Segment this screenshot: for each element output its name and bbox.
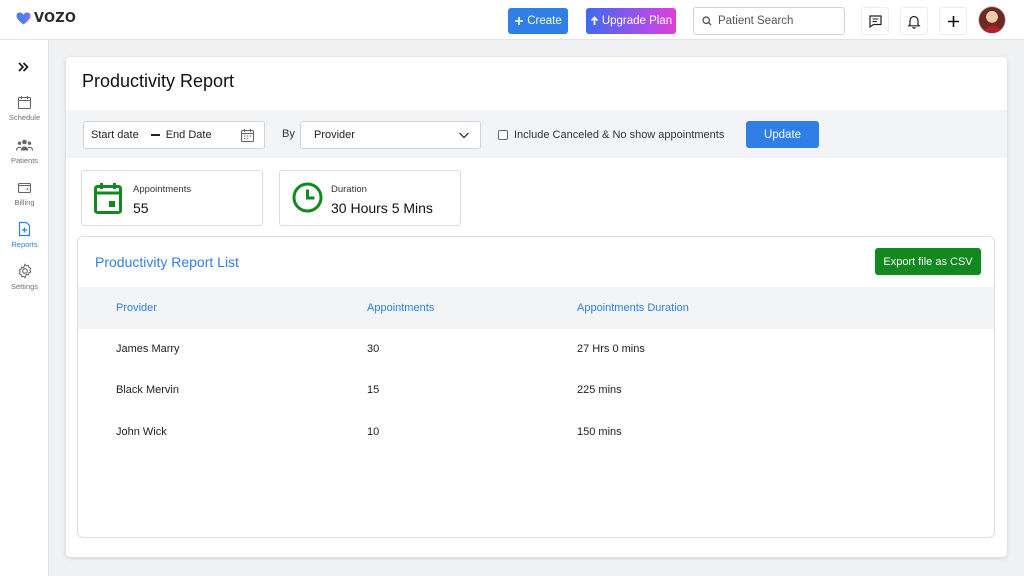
page-title: Productivity Report xyxy=(82,71,235,91)
sidebar-item-label: Settings xyxy=(10,282,39,291)
notifications-button[interactable] xyxy=(900,7,928,35)
brand-name: VOZO xyxy=(34,11,77,26)
stat-value: 55 xyxy=(133,200,149,216)
table-row[interactable]: Black Mervin 15 225 mins xyxy=(78,370,994,412)
include-canceled-checkbox[interactable] xyxy=(498,130,508,140)
appointments-cell: 30 xyxy=(367,343,380,355)
sidebar-item-label: Schedule xyxy=(8,113,41,122)
sidebar-item-label: Reports xyxy=(11,240,38,249)
sidebar-item-settings[interactable]: Settings xyxy=(0,263,49,291)
report-list-panel: Productivity Report List Export file as … xyxy=(77,236,995,538)
date-separator xyxy=(150,134,160,136)
stat-label: Duration xyxy=(331,184,367,195)
sidebar-item-patients[interactable]: Patients xyxy=(0,138,49,165)
heart-logo-icon xyxy=(16,12,31,25)
duration-cell: 150 mins xyxy=(577,426,622,438)
column-header-appointments[interactable]: Appointments xyxy=(367,302,434,314)
top-bar: VOZO Create Upgrade Plan xyxy=(0,0,1024,40)
quick-add-button[interactable] xyxy=(939,7,967,35)
appointments-cell: 10 xyxy=(367,426,380,438)
double-chevron-right-icon xyxy=(18,62,29,72)
group-by-value: Provider xyxy=(314,129,355,141)
sidebar-item-label: Billing xyxy=(14,198,35,207)
sidebar: Schedule Patients Billing Reports Settin… xyxy=(0,40,49,576)
include-canceled-option[interactable]: Include Canceled & No show appointments xyxy=(498,129,724,141)
sidebar-item-label: Patients xyxy=(10,156,39,165)
gear-icon xyxy=(18,263,31,279)
duration-cell: 27 Hrs 0 mins xyxy=(577,343,645,355)
provider-cell: James Marry xyxy=(116,343,180,355)
provider-cell: Black Mervin xyxy=(116,384,179,396)
sidebar-item-billing[interactable]: Billing xyxy=(0,180,49,207)
export-csv-button[interactable]: Export file as CSV xyxy=(875,248,981,275)
clock-icon xyxy=(292,182,323,213)
expand-sidebar-button[interactable] xyxy=(17,60,29,77)
patient-search[interactable] xyxy=(693,7,845,35)
plus-icon xyxy=(947,15,959,27)
chat-icon xyxy=(868,14,882,28)
report-card: Productivity Report Start date End Date … xyxy=(66,57,1007,557)
arrow-up-icon xyxy=(590,16,598,25)
end-date-field[interactable]: End Date xyxy=(166,129,212,141)
table-row[interactable]: James Marry 30 27 Hrs 0 mins xyxy=(78,329,994,371)
wallet-icon xyxy=(17,182,32,194)
user-avatar[interactable] xyxy=(978,6,1006,34)
report-icon xyxy=(18,221,31,237)
bell-icon xyxy=(907,15,921,29)
sidebar-item-schedule[interactable]: Schedule xyxy=(0,95,49,122)
messages-button[interactable] xyxy=(861,7,889,35)
duration-stat-card: Duration 30 Hours 5 Mins xyxy=(279,170,461,226)
column-header-provider[interactable]: Provider xyxy=(116,302,157,314)
calendar-icon xyxy=(17,96,32,110)
start-date-field[interactable]: Start date xyxy=(91,129,139,141)
date-range-picker[interactable]: Start date End Date xyxy=(83,121,265,149)
search-icon xyxy=(702,16,712,26)
table-row[interactable]: John Wick 10 150 mins xyxy=(78,412,994,454)
calendar-icon xyxy=(94,183,122,214)
column-header-duration[interactable]: Appointments Duration xyxy=(577,302,689,314)
provider-cell: John Wick xyxy=(116,426,167,438)
duration-cell: 225 mins xyxy=(577,384,622,396)
calendar-icon[interactable] xyxy=(240,128,255,143)
appointments-cell: 15 xyxy=(367,384,380,396)
filter-bar: Start date End Date By Provider Include … xyxy=(66,110,1007,158)
chevron-down-icon xyxy=(459,132,469,139)
users-icon xyxy=(16,139,33,151)
stat-value: 30 Hours 5 Mins xyxy=(331,200,433,216)
plus-icon xyxy=(515,17,524,25)
upgrade-plan-label: Upgrade Plan xyxy=(601,15,673,27)
sidebar-item-reports[interactable]: Reports xyxy=(0,221,49,249)
appointments-stat-card: Appointments 55 xyxy=(81,170,263,226)
stat-label: Appointments xyxy=(133,184,192,195)
list-title: Productivity Report List xyxy=(95,254,239,270)
by-label: By xyxy=(282,128,295,140)
table-header: Provider Appointments Appointments Durat… xyxy=(78,287,994,329)
vozo-logo[interactable]: VOZO xyxy=(16,11,76,26)
group-by-select[interactable]: Provider xyxy=(300,121,481,149)
upgrade-plan-button[interactable]: Upgrade Plan xyxy=(586,8,676,34)
update-button[interactable]: Update xyxy=(746,121,819,148)
include-canceled-label: Include Canceled & No show appointments xyxy=(514,129,725,141)
create-label: Create xyxy=(527,15,562,27)
search-input[interactable] xyxy=(718,15,838,27)
create-button[interactable]: Create xyxy=(508,8,568,34)
